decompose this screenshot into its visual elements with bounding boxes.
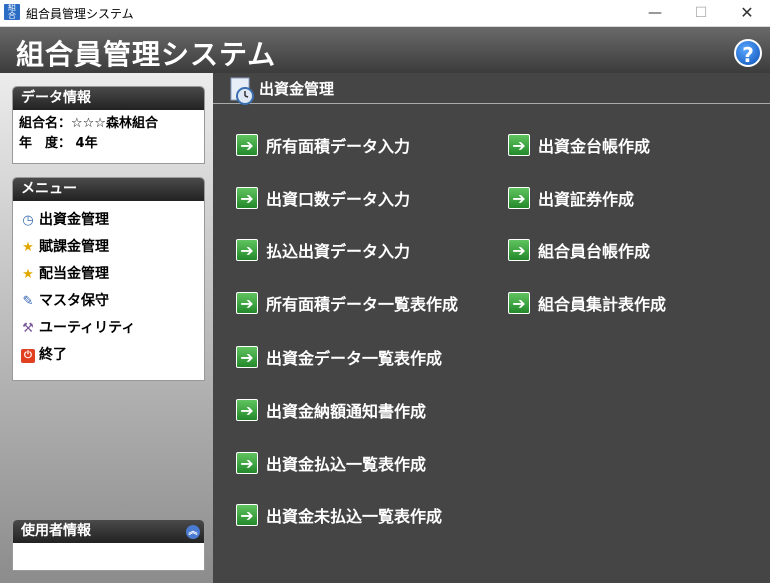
function-label: 組合員台帳作成: [538, 242, 651, 261]
tools-icon: ⚒: [22, 320, 34, 336]
function-label: 所有面積データ一覧表作成: [266, 295, 459, 314]
arrow-right-icon: ➔: [236, 399, 258, 421]
arrow-right-icon: ➔: [236, 346, 258, 368]
main-title-bar: 出資金管理: [213, 73, 770, 105]
close-button[interactable]: ✕: [724, 0, 770, 26]
app-title: 組合員管理システム: [16, 38, 277, 71]
sidebar-item-label: マスタ保守: [39, 293, 109, 309]
arrow-right-icon: ➔: [236, 134, 258, 156]
capital-ledger-button[interactable]: ➔ 出資金台帳作成: [508, 133, 650, 157]
star-icon: ★: [22, 266, 34, 282]
paid-list-button[interactable]: ➔ 出資金払込一覧表作成: [236, 451, 426, 475]
function-label: 出資金未払込一覧表作成: [266, 507, 443, 526]
menu-heading: メニュー: [13, 178, 204, 201]
function-label: 組合員集計表作成: [538, 295, 667, 314]
user-info-heading-label: 使用者情報: [21, 523, 91, 539]
share-count-input-button[interactable]: ➔ 出資口数データ入力: [236, 186, 410, 210]
maximize-button[interactable]: ☐: [678, 0, 724, 26]
sidebar-item-label: 配当金管理: [39, 266, 109, 282]
power-icon: ⏻: [21, 348, 35, 363]
clock-document-icon: [230, 77, 254, 105]
arrow-right-icon: ➔: [508, 292, 530, 314]
fiscal-year: 年 度： 4年: [19, 136, 98, 151]
main-content: 出資金管理 ➔ 所有面積データ入力 ➔ 出資口数データ入力 ➔ 払込出資データ入…: [213, 73, 770, 583]
arrow-right-icon: ➔: [236, 452, 258, 474]
help-button[interactable]: ?: [734, 39, 762, 67]
function-label: 所有面積データ入力: [266, 137, 411, 156]
collapse-icon[interactable]: ︽: [186, 525, 200, 539]
member-summary-button[interactable]: ➔ 組合員集計表作成: [508, 291, 666, 315]
function-label: 払込出資データ入力: [266, 242, 411, 261]
user-info-heading: 使用者情報 ︽: [13, 520, 204, 543]
function-label: 出資金データ一覧表作成: [266, 349, 443, 368]
sidebar-item-master-maintenance[interactable]: ✎ マスタ保守: [13, 288, 204, 315]
arrow-right-icon: ➔: [508, 134, 530, 156]
sidebar-item-exit[interactable]: ⏻ 終了: [13, 342, 204, 369]
edit-icon: ✎: [22, 293, 34, 309]
function-label: 出資金台帳作成: [538, 137, 651, 156]
sidebar-item-levy-management[interactable]: ★ 賦課金管理: [13, 234, 204, 261]
sidebar-item-label: ユーティリティ: [39, 320, 136, 336]
capital-certificate-button[interactable]: ➔ 出資証券作成: [508, 186, 634, 210]
owned-area-list-button[interactable]: ➔ 所有面積データ一覧表作成: [236, 291, 458, 315]
sidebar: データ情報 組合名：☆☆☆森林組合 年 度： 4年 メニュー ◷ 出資金管理 ★…: [0, 73, 213, 583]
function-label: 出資証券作成: [538, 190, 635, 209]
arrow-right-icon: ➔: [236, 187, 258, 209]
data-info-panel: データ情報 組合名：☆☆☆森林組合 年 度： 4年: [12, 86, 205, 164]
menu-panel: メニュー ◷ 出資金管理 ★ 賦課金管理 ★ 配当金管理 ✎ マスタ保守 ⚒ ユ…: [12, 177, 205, 381]
function-label: 出資金払込一覧表作成: [266, 455, 427, 474]
sidebar-item-dividend-management[interactable]: ★ 配当金管理: [13, 261, 204, 288]
member-ledger-button[interactable]: ➔ 組合員台帳作成: [508, 238, 650, 262]
arrow-right-icon: ➔: [236, 239, 258, 261]
payment-notice-button[interactable]: ➔ 出資金納額通知書作成: [236, 398, 426, 422]
data-info-heading: データ情報: [13, 87, 204, 110]
function-label: 出資口数データ入力: [266, 190, 411, 209]
star-icon: ★: [22, 239, 34, 255]
unpaid-list-button[interactable]: ➔ 出資金未払込一覧表作成: [236, 503, 442, 527]
app-header: 組合員管理システム ?: [0, 27, 770, 73]
sidebar-item-label: 賦課金管理: [39, 239, 109, 255]
arrow-right-icon: ➔: [236, 292, 258, 314]
minimize-button[interactable]: —: [632, 0, 678, 26]
sidebar-item-label: 終了: [39, 347, 67, 363]
arrow-right-icon: ➔: [508, 187, 530, 209]
window-title: 組合員管理システム: [26, 7, 134, 21]
window-titlebar: 組合 組合員管理システム — ☐ ✕: [0, 0, 770, 27]
owned-area-input-button[interactable]: ➔ 所有面積データ入力: [236, 133, 410, 157]
sidebar-item-label: 出資金管理: [39, 212, 109, 228]
user-info-panel: 使用者情報 ︽: [12, 519, 205, 571]
arrow-right-icon: ➔: [508, 239, 530, 261]
sidebar-item-utility[interactable]: ⚒ ユーティリティ: [13, 315, 204, 342]
arrow-right-icon: ➔: [236, 504, 258, 526]
payment-input-button[interactable]: ➔ 払込出資データ入力: [236, 238, 410, 262]
page-title: 出資金管理: [259, 80, 335, 98]
capital-data-list-button[interactable]: ➔ 出資金データ一覧表作成: [236, 345, 442, 369]
app-icon: 組合: [4, 4, 20, 20]
function-label: 出資金納額通知書作成: [266, 402, 427, 421]
union-name: 組合名：☆☆☆森林組合: [19, 116, 158, 131]
sidebar-item-capital-management[interactable]: ◷ 出資金管理: [13, 207, 204, 234]
clock-icon: ◷: [22, 212, 34, 228]
